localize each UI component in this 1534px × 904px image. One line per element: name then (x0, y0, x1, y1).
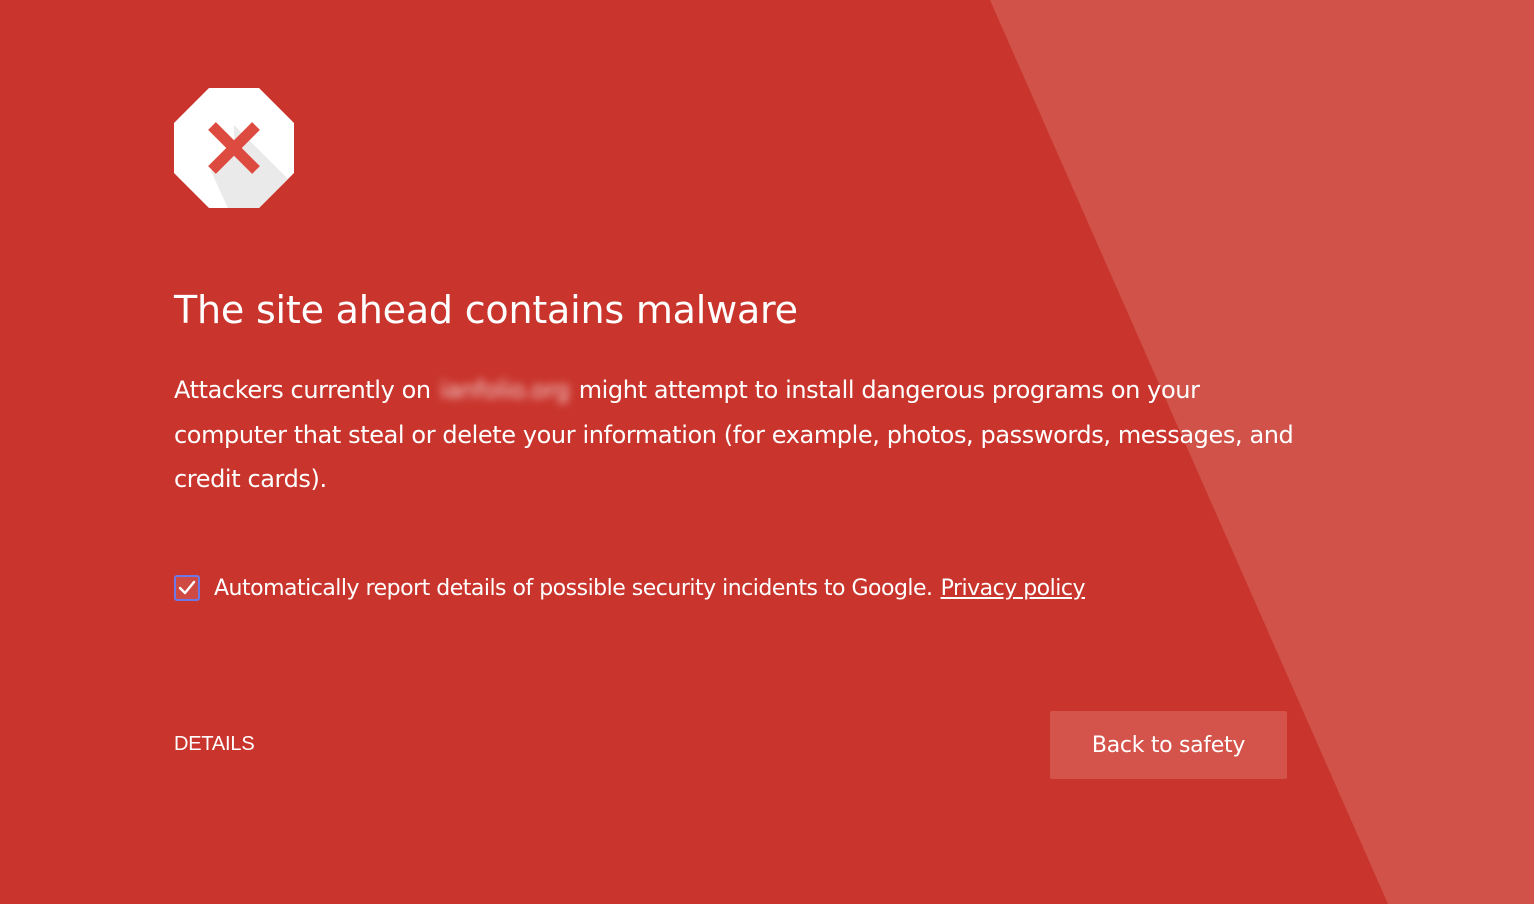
report-option: Automatically report details of possible… (174, 575, 1085, 601)
page-title: The site ahead contains malware (174, 288, 798, 332)
back-to-safety-button[interactable]: Back to safety (1050, 711, 1287, 779)
blurred-hostname: ianfolio.org (439, 376, 570, 404)
details-button[interactable]: DETAILS (174, 733, 255, 756)
stop-x-icon (174, 88, 294, 208)
report-checkbox[interactable] (174, 575, 200, 601)
description-prefix: Attackers currently on (174, 376, 431, 404)
privacy-policy-link[interactable]: Privacy policy (941, 576, 1086, 601)
check-icon (178, 580, 196, 595)
report-label: Automatically report details of possible… (214, 575, 933, 601)
warning-description: Attackers currently on ianfolio.org migh… (174, 368, 1304, 502)
